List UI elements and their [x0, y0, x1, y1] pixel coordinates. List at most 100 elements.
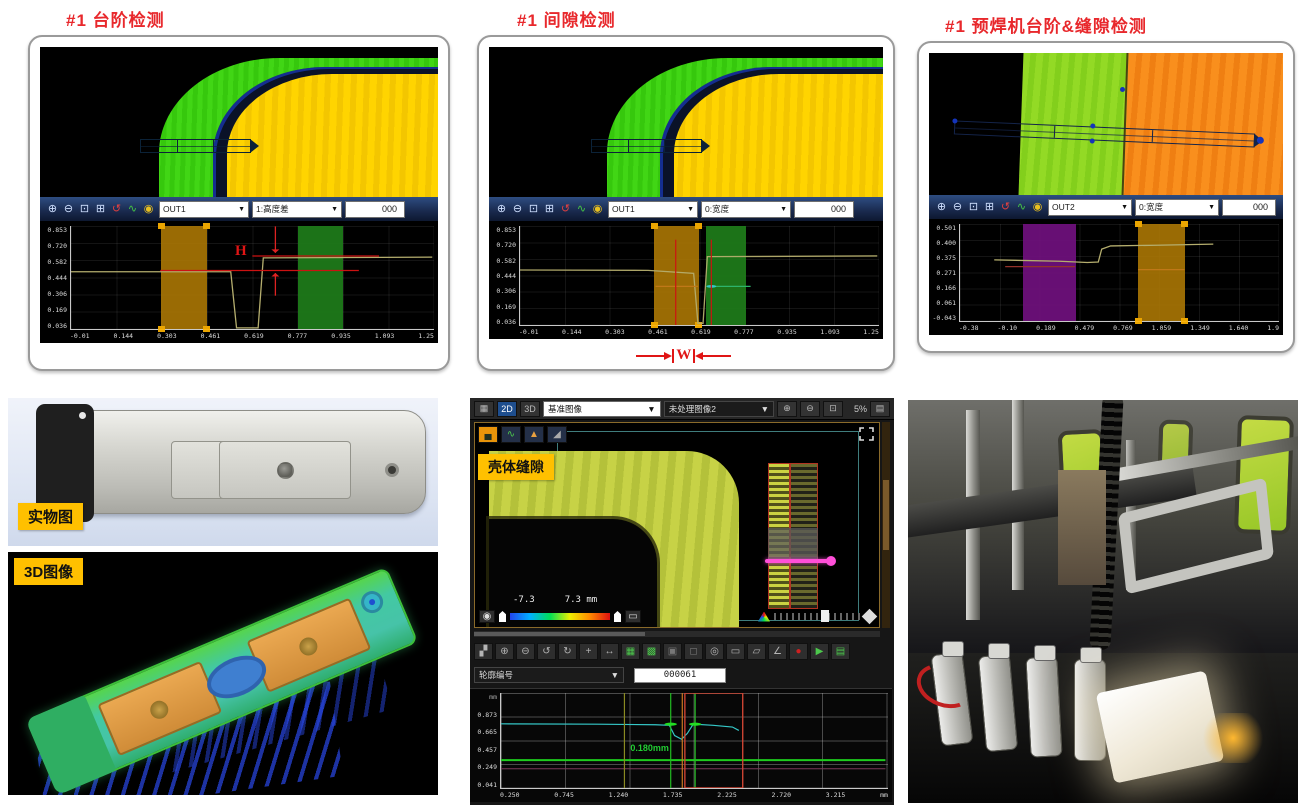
profile-position-icon[interactable]: ▞ — [474, 643, 493, 660]
preweld-detection-panel: #1 预焊机台阶&缝隙检测 — [917, 12, 1295, 353]
profile-number-select[interactable]: 轮廓编号 ▼ — [474, 667, 624, 683]
lasso-icon[interactable]: ▱ — [747, 643, 766, 660]
layout-icon[interactable]: ▦ — [474, 401, 494, 417]
scroll-thumb[interactable] — [883, 480, 889, 550]
horizontal-scrollbar[interactable] — [474, 631, 880, 637]
zoom-out-icon[interactable]: ⊖ — [516, 643, 535, 660]
profile-number-value[interactable]: 000061 — [634, 668, 726, 683]
colorbar-min-handle[interactable] — [499, 611, 506, 622]
output-settings-icon[interactable]: ◉ — [590, 198, 605, 220]
zoom-fit-icon[interactable]: ⊡ — [526, 198, 541, 220]
zoom-fit-icon[interactable]: ⊡ — [823, 401, 843, 417]
chevron-down-icon: ▼ — [1208, 204, 1215, 211]
tick-label: 0.777 — [734, 328, 754, 338]
profile-chart-icon[interactable]: ∿ — [1014, 196, 1029, 218]
zoom-fit-icon[interactable]: ⊡ — [77, 198, 92, 220]
tick-label: 0.935 — [331, 332, 351, 342]
output-settings-icon[interactable]: ◉ — [1030, 196, 1045, 218]
record-icon[interactable]: ● — [789, 643, 808, 660]
surface-mode-icon[interactable]: ▲ — [524, 426, 544, 443]
base-image-select[interactable]: 基准图像 ▼ — [543, 401, 661, 417]
undo-icon[interactable]: ↺ — [558, 198, 573, 220]
zoom-in-icon[interactable]: ⊕ — [494, 198, 509, 220]
measure-icon[interactable]: ↔ — [600, 643, 619, 660]
measure-value-box[interactable]: 000 — [345, 201, 405, 218]
measure-roi-arrow[interactable] — [140, 139, 251, 153]
tools-icon[interactable]: ▤ — [870, 401, 890, 417]
profile-chart-icon[interactable]: ∿ — [125, 198, 140, 220]
tick-label: 0.375 — [936, 254, 956, 262]
tick-label: 0.306 — [496, 287, 516, 295]
view-2d-button[interactable]: 2D — [497, 401, 517, 417]
export-icon[interactable]: ▶ — [810, 643, 829, 660]
measure-type-select[interactable]: 1:高度差 ▼ — [252, 201, 342, 218]
rect-select-icon[interactable]: ▭ — [726, 643, 745, 660]
zoom-out-icon[interactable]: ⊖ — [950, 196, 965, 218]
position-mode-icon[interactable]: ◢ — [547, 426, 567, 443]
battery-cap-body — [52, 410, 426, 514]
zoom-out-icon[interactable]: ⊖ — [800, 401, 820, 417]
output-settings-icon[interactable]: ◉ — [141, 198, 156, 220]
zoom-in-icon[interactable]: ⊕ — [934, 196, 949, 218]
target-icon[interactable]: ◎ — [705, 643, 724, 660]
angle-icon[interactable]: ∠ — [768, 643, 787, 660]
measure-value-box[interactable]: 000 — [1222, 199, 1276, 216]
range-box-icon[interactable]: ▭ — [625, 610, 641, 623]
fullscreen-icon[interactable] — [859, 427, 874, 441]
measure-type-select[interactable]: 0:宽度 ▼ — [1135, 199, 1219, 216]
profile-chart-icon[interactable]: ∿ — [574, 198, 589, 220]
colorbar-max-handle[interactable] — [614, 611, 621, 622]
tick-label: 0.461 — [201, 332, 221, 342]
toolbar-icons: ⊕⊖⊡⊞↺∿◉ — [494, 198, 605, 220]
color-scale-icon[interactable] — [758, 612, 770, 622]
scroll-thumb[interactable] — [474, 632, 645, 636]
measure-type-value: 0:宽度 — [1139, 201, 1163, 213]
measure-roi-arrow[interactable] — [591, 139, 701, 153]
chevron-down-icon: ▼ — [780, 206, 787, 213]
output-select[interactable]: OUT1 ▼ — [159, 201, 249, 218]
output-select[interactable]: OUT1 ▼ — [608, 201, 698, 218]
slider-handle[interactable] — [821, 610, 829, 622]
zoom-fit-icon[interactable]: ⊡ — [966, 196, 981, 218]
output-select[interactable]: OUT2 ▼ — [1048, 199, 1132, 216]
panel-title: #1 间隙检测 — [517, 6, 895, 31]
height-image-icon[interactable]: ▄ — [478, 426, 498, 443]
compare-icon[interactable]: ▩ — [642, 643, 661, 660]
report-icon[interactable]: ▤ — [831, 643, 850, 660]
zoom-in-icon[interactable]: ⊕ — [495, 643, 514, 660]
tick-label: 0.873 — [477, 711, 497, 719]
zoom-area-icon[interactable]: ⊞ — [93, 198, 108, 220]
viewer-topbar: ▦ 2D 3D 基准图像 ▼ 未处理图像2 ▼ ⊕ ⊖ ⊡ 5% ▤ — [470, 398, 894, 420]
lock-icon[interactable]: ◻ — [684, 643, 703, 660]
tick-label: 0.619 — [244, 332, 264, 342]
undo-icon[interactable]: ↺ — [998, 196, 1013, 218]
layers-icon[interactable]: ▣ — [663, 643, 682, 660]
panel-title: #1 台阶检测 — [66, 6, 450, 31]
measure-type-select[interactable]: 0:宽度 ▼ — [701, 201, 791, 218]
record-icon[interactable]: ◉ — [479, 610, 495, 623]
measure-value-box[interactable]: 000 — [794, 201, 854, 218]
zoom-in-icon[interactable]: ⊕ — [45, 198, 60, 220]
undo-icon[interactable]: ↺ — [109, 198, 124, 220]
pad-screw — [147, 698, 171, 722]
position-slider[interactable] — [774, 613, 860, 620]
zoom-area-icon[interactable]: ⊞ — [982, 196, 997, 218]
view-3d-button[interactable]: 3D — [520, 401, 540, 417]
viewer-tools-strip: ▄∿▲◢ — [478, 426, 567, 443]
zoom-area-icon[interactable]: ⊞ — [542, 198, 557, 220]
marker-diamond-icon[interactable] — [862, 609, 878, 625]
rotate-cw-icon[interactable]: ↻ — [558, 643, 577, 660]
profile-mode-icon[interactable]: ∿ — [501, 426, 521, 443]
grid-icon[interactable]: ▦ — [621, 643, 640, 660]
rotate-ccw-icon[interactable]: ↺ — [537, 643, 556, 660]
pan-icon[interactable]: + — [579, 643, 598, 660]
zoom-out-icon[interactable]: ⊖ — [61, 198, 76, 220]
tick-label: 0.582 — [496, 257, 516, 265]
processed-image-select[interactable]: 未处理图像2 ▼ — [664, 401, 774, 417]
tick-label: 1.640 — [1229, 324, 1249, 334]
tick-label: 0.461 — [648, 328, 668, 338]
vertical-scrollbar[interactable] — [882, 422, 890, 628]
zoom-in-icon[interactable]: ⊕ — [777, 401, 797, 417]
tick-label: 1.093 — [820, 328, 840, 338]
zoom-out-icon[interactable]: ⊖ — [510, 198, 525, 220]
